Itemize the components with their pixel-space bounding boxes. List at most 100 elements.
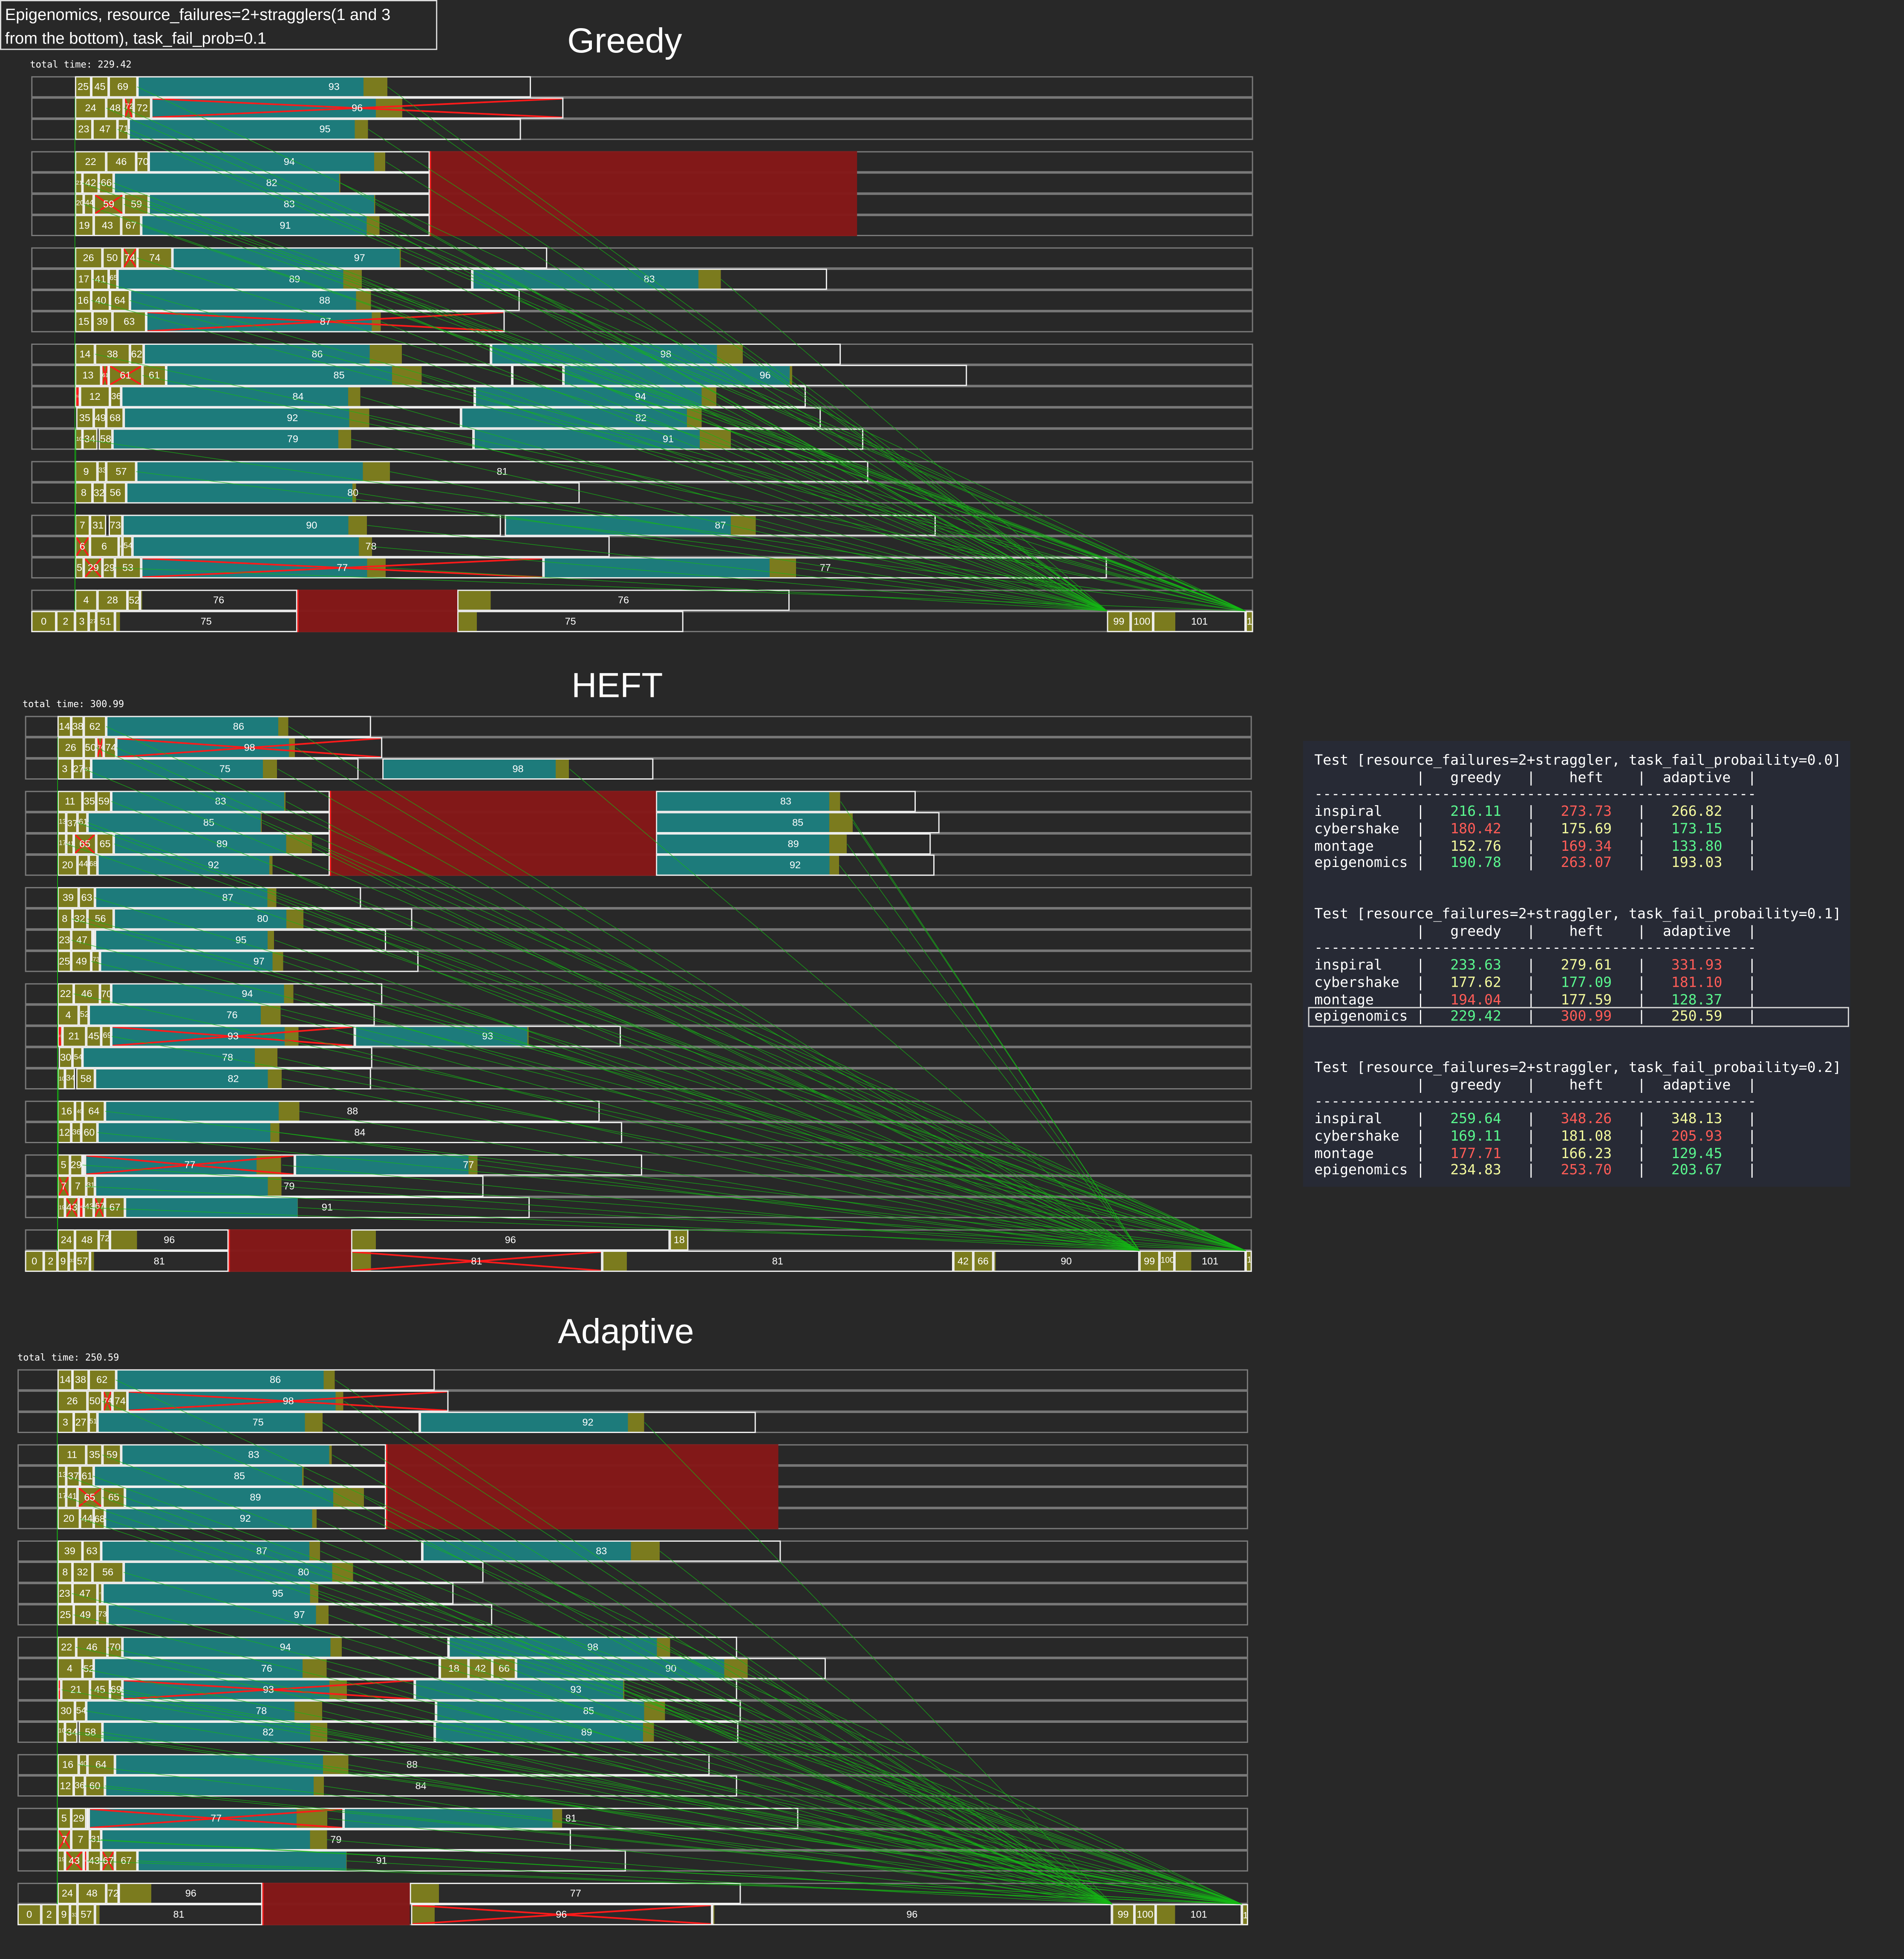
- task-block: 101: [1156, 1904, 1242, 1925]
- task-label: 16: [59, 1106, 74, 1116]
- task-block: 41: [92, 269, 108, 290]
- task-block: 96: [712, 1904, 1112, 1925]
- task-label: 79: [96, 1181, 482, 1191]
- task-label: 72: [125, 104, 133, 112]
- column-divider: |: [1416, 1128, 1425, 1145]
- task-block: 31: [89, 1829, 101, 1850]
- task-block: 42: [468, 1658, 492, 1679]
- task-label: 8: [76, 488, 91, 498]
- task-label: 81: [345, 1813, 797, 1823]
- task-label: 14: [59, 722, 70, 731]
- task-block: 91: [473, 428, 863, 450]
- task-block: 43: [83, 1850, 87, 1872]
- column-divider: |: [1527, 1077, 1535, 1094]
- test-title: Test [resource_failures=2+straggler, tas…: [1314, 752, 1852, 770]
- task-label: 67: [95, 1203, 104, 1212]
- task-label: 3: [59, 764, 71, 774]
- column-divider: |: [1637, 803, 1646, 821]
- task-block: 73: [108, 515, 122, 536]
- task-block: 85: [88, 812, 330, 833]
- task-label: 38: [96, 349, 128, 359]
- task-block: 16: [75, 290, 92, 311]
- column-divider: |: [1416, 957, 1425, 974]
- task-label: 47: [73, 1589, 97, 1598]
- task-label: 82: [103, 1727, 433, 1737]
- task-label: 82: [115, 178, 428, 188]
- task-block: 49: [73, 1604, 97, 1626]
- task-block: 11: [57, 1444, 87, 1465]
- task-label: 24: [58, 1888, 76, 1898]
- column-divider: |: [1416, 991, 1425, 1009]
- result-value-heft: 181.08: [1561, 1128, 1612, 1145]
- task-block: 30: [59, 1047, 72, 1068]
- task-label: 76: [95, 1664, 438, 1673]
- result-value-greedy: 169.11: [1450, 1128, 1501, 1145]
- task-label: 83: [424, 1546, 779, 1556]
- task-block: 93: [122, 1679, 415, 1700]
- result-row: montage | | | | 177.71 166.23 129.45: [1314, 1145, 1852, 1162]
- task-block: 80: [126, 482, 580, 503]
- task-block: 77: [85, 1154, 295, 1176]
- task-label: 63: [80, 893, 93, 902]
- task-label: 75: [92, 764, 358, 774]
- task-label: 4: [76, 595, 96, 605]
- task-block: 96: [151, 98, 563, 119]
- task-label: 62: [131, 349, 142, 359]
- test-title: Test [resource_failures=2+straggler, tas…: [1314, 906, 1852, 923]
- task-label: 85: [89, 818, 329, 827]
- task-label: 41: [94, 274, 107, 284]
- result-value-greedy: 177.62: [1450, 974, 1501, 992]
- task-block: 96: [110, 1229, 229, 1251]
- total-time: total time: 229.42: [30, 59, 131, 70]
- task-label: 26: [58, 1396, 86, 1406]
- task-label: 61: [79, 819, 87, 827]
- task-label: 35: [88, 1450, 101, 1460]
- task-block: 38: [73, 1369, 88, 1390]
- task-label: 17: [59, 841, 65, 847]
- task-block: 2: [56, 611, 75, 632]
- column-header-greedy: greedy: [1450, 1077, 1501, 1094]
- column-header-adaptive: adaptive: [1663, 1077, 1731, 1094]
- task-block: 41: [66, 1487, 77, 1508]
- task-block: 33: [97, 461, 106, 483]
- result-row: montage | | | | 152.76 169.34 133.80: [1314, 838, 1852, 855]
- task-block: 90: [516, 1658, 826, 1679]
- column-divider: |: [1527, 769, 1535, 787]
- task-label: 77: [412, 1888, 740, 1898]
- task-label: 12: [59, 1127, 70, 1137]
- task-label: 87: [96, 893, 360, 902]
- task-label: 101: [1176, 1256, 1245, 1266]
- task-block: 19: [57, 1850, 65, 1872]
- task-block: 26: [57, 1390, 87, 1412]
- task-label: 97: [101, 956, 417, 966]
- task-label: 74: [113, 1396, 127, 1406]
- result-value-greedy: 180.42: [1450, 821, 1501, 838]
- result-row: epigenomics | | | | 190.78 263.07 193.03: [1314, 855, 1852, 872]
- task-label: 91: [138, 1856, 625, 1866]
- task-label: 14: [76, 349, 94, 359]
- column-header-greedy: greedy: [1450, 769, 1501, 787]
- task-block: 78: [86, 1700, 436, 1722]
- task-label: 2: [45, 1256, 57, 1266]
- task-block: 4: [75, 589, 97, 611]
- task-label: 96: [352, 1235, 669, 1245]
- task-block: 74: [112, 1390, 128, 1412]
- task-block: 68: [93, 1508, 105, 1529]
- task-label: 99: [1108, 616, 1129, 626]
- task-label: 13: [58, 1473, 65, 1480]
- task-block: 88: [105, 1101, 600, 1122]
- task-label: 60: [82, 1127, 96, 1137]
- task-block: 71: [118, 118, 129, 140]
- task-label: 56: [106, 488, 125, 498]
- column-divider: |: [1416, 1111, 1425, 1128]
- column-divider: |: [1416, 923, 1425, 940]
- column-header-row: | | | | greedy heft adaptive: [1314, 923, 1852, 940]
- task-block: 66: [492, 1658, 516, 1679]
- separator-line: ----------------------------------------…: [1314, 940, 1756, 957]
- task-block: 61: [78, 812, 88, 833]
- task-label: 45: [92, 82, 107, 92]
- test-title-text: Test [resource_failures=2+straggler, tas…: [1314, 1060, 1841, 1077]
- task-block: 10: [58, 1068, 65, 1089]
- task-label: 71: [119, 125, 127, 134]
- task-block: 21: [58, 1026, 62, 1047]
